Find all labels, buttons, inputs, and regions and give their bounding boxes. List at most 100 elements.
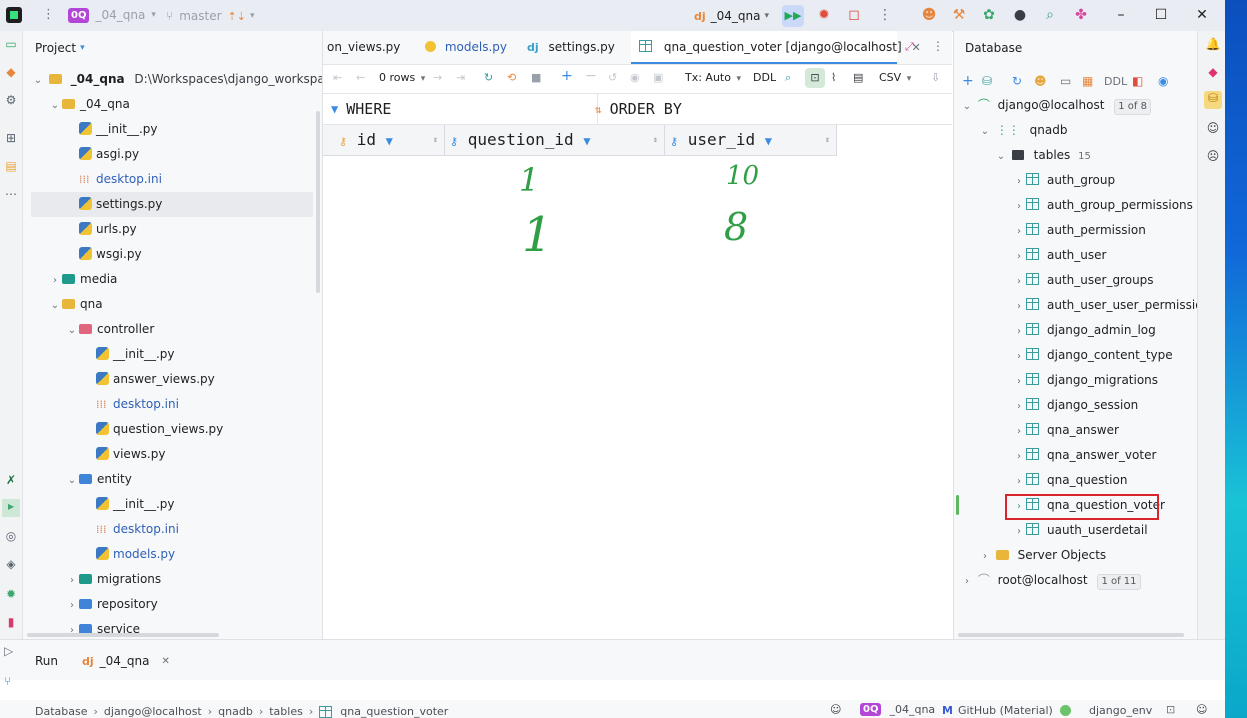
chevron-down-icon[interactable]: ⌄ bbox=[31, 68, 45, 93]
chevron-down-icon[interactable]: ⌄ bbox=[65, 468, 79, 493]
terminal-icon[interactable]: ▮ bbox=[2, 615, 20, 633]
view-icon[interactable]: ◉ bbox=[1158, 74, 1168, 88]
ddl-button[interactable]: DDL bbox=[753, 71, 776, 84]
project-tree-item[interactable]: wsgi.py bbox=[79, 242, 142, 267]
breadcrumb-item[interactable]: qnadb bbox=[218, 705, 253, 718]
compare-icon[interactable]: ◧ bbox=[1132, 74, 1158, 88]
console-icon[interactable]: ▭ bbox=[1060, 74, 1082, 88]
refresh-icon[interactable]: ↻ bbox=[1012, 74, 1034, 88]
chart-icon[interactable]: ⌇ bbox=[831, 71, 836, 84]
chevron-down-icon[interactable]: ⌄ bbox=[48, 93, 62, 118]
more-actions-icon[interactable]: ⋮ bbox=[876, 7, 894, 25]
db-table-item[interactable]: › django_migrations bbox=[1012, 368, 1158, 393]
breadcrumb-item[interactable]: qna_question_voter bbox=[340, 705, 448, 718]
structure-tool-icon[interactable]: ⊞ bbox=[2, 131, 20, 149]
project-tree-item[interactable]: models.py bbox=[96, 542, 175, 567]
close-icon[interactable]: ✕ bbox=[1193, 7, 1211, 25]
column-header-question-id[interactable]: ⚷ question_id ▼ ⇕ bbox=[446, 125, 665, 155]
chevron-right-icon[interactable]: › bbox=[1012, 319, 1026, 344]
project-tree-item[interactable]: › media bbox=[48, 267, 117, 292]
db-table-item[interactable]: › auth_user_user_permissions bbox=[1012, 293, 1198, 318]
stop-query-icon[interactable]: ■ bbox=[531, 71, 541, 84]
project-tree-item[interactable]: urls.py bbox=[79, 217, 137, 242]
project-tree-item[interactable]: __init__.py bbox=[96, 492, 175, 517]
project-tree-item[interactable]: › repository bbox=[65, 592, 158, 617]
project-tree-item[interactable]: answer_views.py bbox=[96, 367, 215, 392]
sort-arrows-icon[interactable]: ⇕ bbox=[433, 125, 438, 155]
project-tree-item[interactable]: __init__.py bbox=[96, 342, 175, 367]
chevron-right-icon[interactable]: › bbox=[1012, 169, 1026, 194]
run-icon[interactable]: ▶▶ bbox=[782, 5, 804, 27]
search-icon[interactable]: ⌕ bbox=[785, 71, 791, 85]
filter-icon[interactable]: ▼ bbox=[386, 134, 393, 148]
refresh-icon[interactable]: ↻ bbox=[484, 71, 493, 84]
filter-icon[interactable]: ▼ bbox=[583, 134, 590, 148]
db-table-item[interactable]: › qna_answer bbox=[1012, 418, 1119, 443]
first-page-icon[interactable]: ⇤ bbox=[333, 71, 342, 84]
table-view-icon[interactable]: ▦ bbox=[1082, 74, 1104, 88]
revert-icon[interactable]: ↺ bbox=[608, 71, 617, 84]
status-project[interactable]: 0Q _04_qna bbox=[860, 702, 935, 717]
git-tool-icon[interactable]: ⑂ bbox=[4, 674, 11, 688]
horizontal-scrollbar[interactable] bbox=[958, 633, 1184, 637]
debug-icon[interactable]: ✹ bbox=[815, 7, 833, 25]
settings-icon[interactable]: ✤ bbox=[1072, 7, 1090, 25]
chevron-right-icon[interactable]: › bbox=[1012, 219, 1026, 244]
chevron-right-icon[interactable]: › bbox=[1012, 419, 1026, 444]
view-query-icon[interactable]: ⊡ bbox=[805, 68, 825, 88]
services-gear-icon[interactable]: ✹ bbox=[2, 587, 20, 605]
project-tree-item[interactable]: asgi.py bbox=[79, 142, 139, 167]
project-tree-item[interactable]: __init__.py bbox=[79, 117, 158, 142]
chevron-right-icon[interactable]: › bbox=[1012, 244, 1026, 269]
copilot-icon[interactable]: ☺ bbox=[1204, 121, 1222, 139]
project-panel-header[interactable]: Project ▾ bbox=[35, 40, 85, 56]
bookmarks-tool-icon[interactable]: ▤ bbox=[2, 159, 20, 177]
excel-icon[interactable]: ✗ bbox=[2, 473, 20, 491]
chevron-right-icon[interactable]: › bbox=[65, 568, 79, 593]
chevron-down-icon[interactable]: ⌄ bbox=[65, 318, 79, 343]
chevron-right-icon[interactable]: › bbox=[1012, 194, 1026, 219]
project-root[interactable]: ⌄ _04_qna D:\Workspaces\django_workspace… bbox=[31, 67, 322, 93]
column-header-user-id[interactable]: ⚷ user_id ▼ ⇕ bbox=[666, 125, 837, 155]
project-tree-item[interactable]: ⌄ _04_qna bbox=[48, 92, 130, 117]
project-tree-item[interactable]: ⌄ entity bbox=[65, 467, 132, 492]
submit-icon[interactable]: ▣ bbox=[653, 71, 663, 84]
history-icon[interactable]: ⟲ bbox=[507, 71, 516, 84]
sort-arrows-icon[interactable]: ⇕ bbox=[653, 125, 658, 155]
chevron-right-icon[interactable]: › bbox=[1012, 519, 1026, 544]
branch-switcher[interactable]: ⑂ master ⇡⇣ ▾ bbox=[166, 6, 255, 26]
tab-models[interactable]: models.py bbox=[423, 31, 507, 64]
build-tools-icon[interactable]: ⚒ bbox=[950, 7, 968, 25]
project-tree-item[interactable]: ⁞⁞⁞ desktop.ini bbox=[96, 392, 179, 417]
db-table-item[interactable]: › auth_user bbox=[1012, 243, 1106, 268]
ddl-button[interactable]: DDL bbox=[1104, 75, 1132, 88]
server-objects[interactable]: › Server Objects bbox=[978, 543, 1106, 568]
tab-qna-question-voter[interactable]: qna_question_voter [django@localhost] ✕ bbox=[631, 31, 921, 64]
expand-icon[interactable]: ⤢ bbox=[905, 40, 914, 54]
code-with-me-icon[interactable]: ☻ bbox=[920, 7, 938, 25]
lock-icon[interactable]: ⊡ bbox=[1166, 703, 1175, 716]
where-filter[interactable]: ▼ WHERE bbox=[323, 94, 598, 124]
ai-plugin-icon[interactable]: ◆ bbox=[1204, 65, 1222, 83]
sort-arrows-icon[interactable]: ⇕ bbox=[825, 125, 830, 155]
chevron-right-icon[interactable]: › bbox=[1012, 294, 1026, 319]
add-row-icon[interactable]: + bbox=[561, 68, 573, 84]
db-table-item[interactable]: › qna_answer_voter bbox=[1012, 443, 1156, 468]
prev-page-icon[interactable]: ← bbox=[356, 71, 365, 84]
chevron-right-icon[interactable]: › bbox=[1012, 469, 1026, 494]
db-table-item[interactable]: › django_session bbox=[1012, 393, 1138, 418]
maximize-icon[interactable]: ☐ bbox=[1152, 7, 1170, 25]
db-table-item[interactable]: › django_content_type bbox=[1012, 343, 1173, 368]
db-table-item[interactable]: › qna_question bbox=[1012, 468, 1127, 493]
chevron-right-icon[interactable]: › bbox=[1012, 269, 1026, 294]
project-tree-item[interactable]: views.py bbox=[96, 442, 165, 467]
record-icon[interactable]: ● bbox=[1011, 7, 1029, 25]
active-tool-icon[interactable]: ▸ bbox=[2, 499, 20, 517]
chevron-right-icon[interactable]: › bbox=[978, 544, 992, 569]
order-by-filter[interactable]: ⇅ ORDER BY bbox=[593, 94, 945, 124]
tab-settings[interactable]: dj settings.py bbox=[527, 31, 615, 64]
copilot-chat-icon[interactable]: ☹ bbox=[1204, 149, 1222, 167]
filter-icon[interactable]: ▼ bbox=[765, 134, 772, 148]
project-tree-item[interactable]: settings.py bbox=[31, 192, 313, 217]
export-icon[interactable]: ⇩ bbox=[931, 71, 940, 84]
